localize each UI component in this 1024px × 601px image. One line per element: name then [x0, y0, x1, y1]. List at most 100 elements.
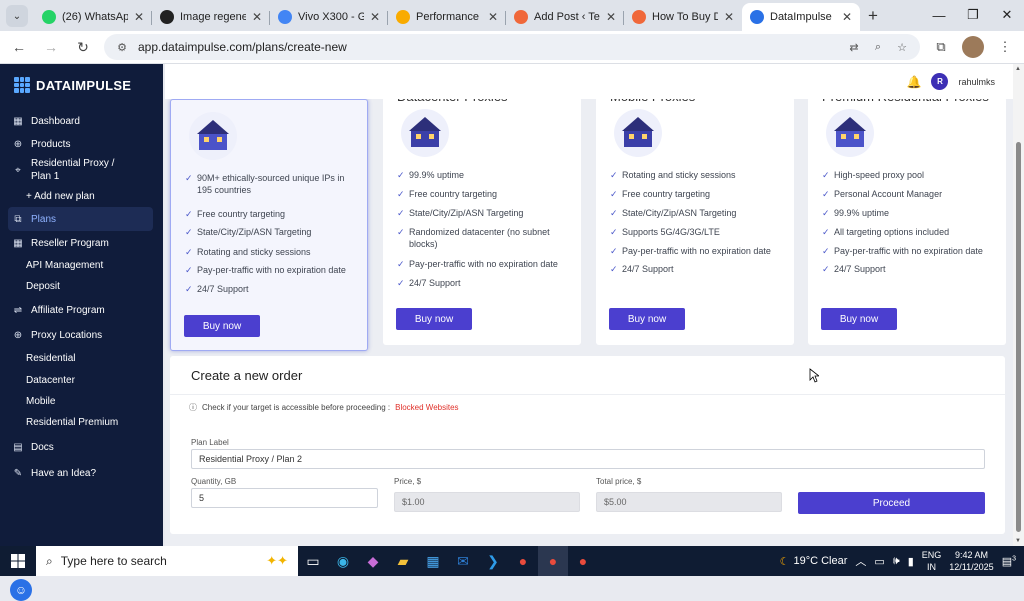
clock[interactable]: 9:42 AM 12/11/2025	[949, 549, 993, 573]
store-icon[interactable]: ▦	[418, 546, 448, 576]
browser-tab[interactable]: Performance ✕	[388, 3, 506, 31]
browser-tab[interactable]: (26) WhatsApp Business ✕	[34, 3, 152, 31]
sidebar-item[interactable]: ✎ Have an Idea?	[0, 461, 163, 485]
copilot-icon[interactable]: ◆	[358, 546, 388, 576]
sidebar-item-label: Affiliate Program	[31, 304, 105, 316]
language-indicator[interactable]: ENG IN	[922, 549, 942, 573]
sidebar-item[interactable]: ▦ Reseller Program	[0, 231, 163, 255]
plan-label-input[interactable]: Residential Proxy / Plan 2	[191, 449, 985, 469]
browser-tab[interactable]: Add Post ‹ Tech ✕	[506, 3, 624, 31]
site-info-icon[interactable]: ⚙	[114, 39, 130, 55]
back-arrow-icon[interactable]: ←	[8, 36, 30, 58]
tab-close-icon[interactable]: ✕	[724, 10, 734, 24]
blocked-websites-link[interactable]: Blocked Websites	[395, 403, 458, 412]
sidebar-item[interactable]: ⊕ Proxy Locations	[0, 323, 163, 347]
bookmark-star-icon[interactable]: ☆	[894, 39, 910, 55]
sidebar-item[interactable]: Datacenter	[0, 369, 163, 391]
tab-close-icon[interactable]: ✕	[842, 10, 852, 24]
sidebar-item[interactable]: Mobile	[0, 391, 163, 411]
sidebar-item[interactable]: ⊕ Products	[0, 133, 163, 155]
close-window-icon[interactable]: ✕	[990, 0, 1024, 30]
scroll-down-icon[interactable]: ▼	[1015, 538, 1021, 544]
grid-icon: ▦	[13, 237, 23, 249]
tab-close-icon[interactable]: ✕	[606, 10, 616, 24]
tab-title: Add Post ‹ Tech	[534, 11, 600, 23]
sidebar-item-label: Proxy Locations	[31, 329, 103, 341]
volume-icon[interactable]: 🕪	[893, 555, 900, 568]
browser-menu-icon[interactable]: ⋮	[994, 36, 1016, 58]
feature-item: Personal Account Manager	[822, 188, 997, 200]
extensions-icon[interactable]: ⧉	[930, 36, 952, 58]
tab-close-icon[interactable]: ✕	[370, 10, 380, 24]
username[interactable]: rahulmks	[958, 77, 995, 87]
tab-favicon-icon	[750, 10, 764, 24]
browser-tab[interactable]: DataImpulse ✕	[742, 3, 860, 31]
quantity-input[interactable]: 5	[191, 488, 378, 508]
forward-arrow-icon[interactable]: →	[40, 36, 62, 58]
sidebar-item[interactable]: ▦ Dashboard	[0, 109, 163, 133]
notifications-icon[interactable]: ▤3	[1002, 555, 1016, 568]
edge-icon[interactable]: ◉	[328, 546, 358, 576]
zoom-icon[interactable]: ⌕	[870, 39, 886, 55]
buy-now-button[interactable]: Buy now	[609, 308, 685, 330]
plan-card: Datacenter Proxies 99.9% uptime Free count…	[383, 99, 581, 345]
tab-close-icon[interactable]: ✕	[488, 10, 498, 24]
sidebar-item[interactable]: ▤ Docs	[0, 433, 163, 461]
address-bar[interactable]: ⚙ app.dataimpulse.com/plans/create-new ⇄…	[104, 34, 920, 60]
browser-tab[interactable]: Vivo X300 - Google ✕	[270, 3, 388, 31]
notification-count: 3	[1012, 554, 1016, 562]
proceed-button[interactable]: Proceed	[798, 492, 985, 514]
sidebar-item[interactable]: Deposit	[0, 275, 163, 297]
scroll-up-icon[interactable]: ▲	[1015, 66, 1021, 72]
tab-favicon-icon	[514, 10, 528, 24]
buy-now-button[interactable]: Buy now	[821, 308, 897, 330]
sidebar-item[interactable]: Residential	[0, 347, 163, 369]
region-code: IN	[927, 562, 937, 572]
page-scrollbar[interactable]: ▲ ▼	[1013, 64, 1024, 546]
tray-chevron-icon[interactable]: ︿	[855, 553, 866, 569]
profile-avatar[interactable]	[962, 36, 984, 58]
tab-close-icon[interactable]: ✕	[252, 10, 262, 24]
tab-close-icon[interactable]: ✕	[134, 10, 144, 24]
chrome-active-icon[interactable]: ●	[538, 546, 568, 576]
network-icon[interactable]: ▭	[874, 555, 884, 568]
sidebar-item[interactable]: API Management	[0, 255, 163, 275]
accessibility-help-icon[interactable]: ☺	[10, 579, 32, 601]
chrome-icon[interactable]: ●	[508, 546, 538, 576]
scrollbar-thumb[interactable]	[1016, 142, 1021, 532]
user-avatar[interactable]: R	[931, 73, 949, 90]
browser-tab[interactable]: Image regenerator ✕	[152, 3, 270, 31]
buy-now-button[interactable]: Buy now	[184, 315, 260, 337]
chrome-profile-icon[interactable]: ●	[568, 546, 598, 576]
sidebar-item[interactable]: ⧉ Plans	[8, 207, 153, 231]
url-text[interactable]: app.dataimpulse.com/plans/create-new	[138, 40, 838, 54]
restore-icon[interactable]: ❐	[956, 0, 990, 30]
sidebar-item-label: Mobile	[26, 395, 56, 407]
task-view-icon[interactable]: ▭	[298, 546, 328, 576]
weather-widget[interactable]: ☾ 19°C Clear	[780, 555, 848, 568]
sidebar-item[interactable]: Residential Premium	[0, 411, 163, 433]
sidebar-item[interactable]: + Add new plan	[0, 185, 163, 207]
vscode-icon[interactable]: ❯	[478, 546, 508, 576]
sidebar-item-label: Have an Idea?	[31, 467, 97, 479]
plan-card: Mobile Proxies Rotating and sticky sessio…	[596, 99, 794, 345]
tab-search-button[interactable]: ⌄	[6, 5, 28, 27]
feature-item: Supports 5G/4G/3G/LTE	[610, 226, 785, 238]
minimize-icon[interactable]: —	[922, 0, 956, 30]
battery-icon[interactable]: ▮	[908, 555, 914, 568]
notification-bell-icon[interactable]: 🔔	[907, 75, 922, 89]
new-tab-button[interactable]: +	[860, 3, 886, 29]
weather-text: 19°C Clear	[793, 555, 848, 567]
sidebar-item[interactable]: ⌖ Residential Proxy / Plan 1	[0, 155, 163, 185]
buy-now-button[interactable]: Buy now	[396, 308, 472, 330]
bulb-icon: ✎	[13, 467, 23, 479]
taskbar-search[interactable]: ⌕ Type here to search ✦✦	[36, 546, 298, 576]
browser-tab[interactable]: How To Buy Data ✕	[624, 3, 742, 31]
start-button[interactable]	[0, 554, 36, 568]
brand-logo[interactable]: DATAIMPULSE	[0, 64, 163, 103]
file-explorer-icon[interactable]: ▰	[388, 546, 418, 576]
translate-icon[interactable]: ⇄	[846, 39, 862, 55]
outlook-icon[interactable]: ✉	[448, 546, 478, 576]
reload-icon[interactable]: ↻	[72, 36, 94, 58]
sidebar-item[interactable]: ⇌ Affiliate Program	[0, 297, 163, 323]
